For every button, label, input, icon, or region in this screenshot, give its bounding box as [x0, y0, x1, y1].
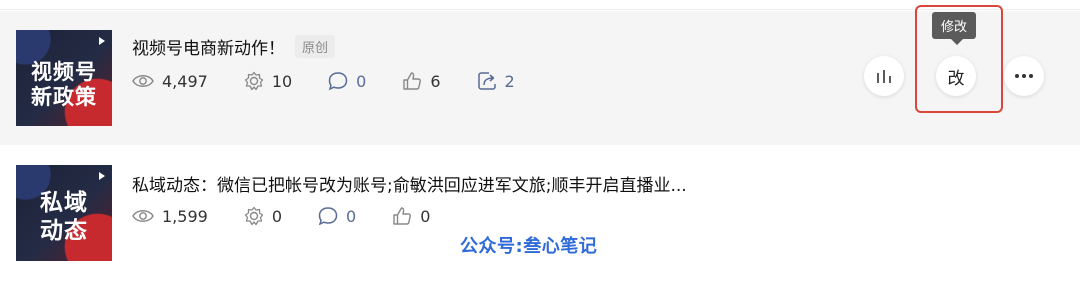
comment-icon	[328, 72, 348, 91]
original-badge: 原创	[295, 35, 336, 58]
shares-stat: 0	[244, 206, 282, 226]
watermark: 公众号:叁心笔记	[460, 236, 598, 257]
comments-count[interactable]: 0	[356, 72, 366, 91]
thumbnail-text: 视频号 新政策	[31, 60, 97, 109]
comments-stat[interactable]: 0	[328, 71, 366, 91]
thumbnail-text: 私域 动态	[40, 190, 88, 244]
tooltip-arrow	[951, 39, 963, 45]
views-stat: 1,599	[132, 207, 208, 226]
views-stat: 4,497	[132, 72, 208, 91]
comments-stat[interactable]: 0	[318, 206, 356, 226]
likes-count: 0	[420, 206, 431, 226]
likes-stat: 0	[392, 206, 430, 226]
views-count: 4,497	[162, 71, 208, 91]
bar-chart-icon	[877, 70, 891, 83]
eye-icon	[132, 75, 154, 87]
views-count: 1,599	[162, 206, 208, 226]
play-icon	[99, 172, 105, 180]
article-title[interactable]: 视频号电商新动作！ 原创	[132, 34, 336, 59]
article-title[interactable]: 私域动态：微信已把帐号改为账号;俞敏洪回应进军文旅;顺丰开启直播业...	[132, 171, 687, 196]
comments-count[interactable]: 0	[346, 207, 356, 226]
shares-stat: 10	[244, 71, 292, 91]
comment-icon	[318, 207, 338, 226]
play-icon	[99, 37, 105, 45]
forwards-stat[interactable]: 2	[477, 71, 515, 91]
article-title-text[interactable]: 视频号电商新动作！	[132, 39, 285, 59]
data-stats-button[interactable]	[864, 56, 904, 96]
thumbs-up-icon	[393, 207, 412, 225]
shares-count: 10	[271, 71, 293, 91]
shares-count: 0	[271, 206, 282, 226]
article-stats: 1,599 0 0 0	[132, 206, 466, 226]
forwards-count[interactable]: 2	[505, 72, 515, 91]
ellipsis-icon	[1015, 74, 1033, 78]
more-button[interactable]	[1004, 56, 1044, 96]
share-gear-icon	[244, 71, 263, 91]
article-stats: 4,497 10 0 6 2	[132, 71, 551, 91]
edit-tooltip: 修改	[932, 12, 977, 39]
likes-stat: 6	[402, 71, 441, 91]
article-thumbnail[interactable]: 视频号 新政策	[16, 30, 112, 126]
share-gear-icon	[244, 206, 263, 226]
likes-count: 6	[430, 71, 441, 91]
thumbs-up-icon	[403, 72, 422, 90]
eye-icon	[132, 210, 154, 222]
article-thumbnail[interactable]: 私域 动态	[16, 165, 112, 261]
forward-icon	[477, 72, 496, 90]
